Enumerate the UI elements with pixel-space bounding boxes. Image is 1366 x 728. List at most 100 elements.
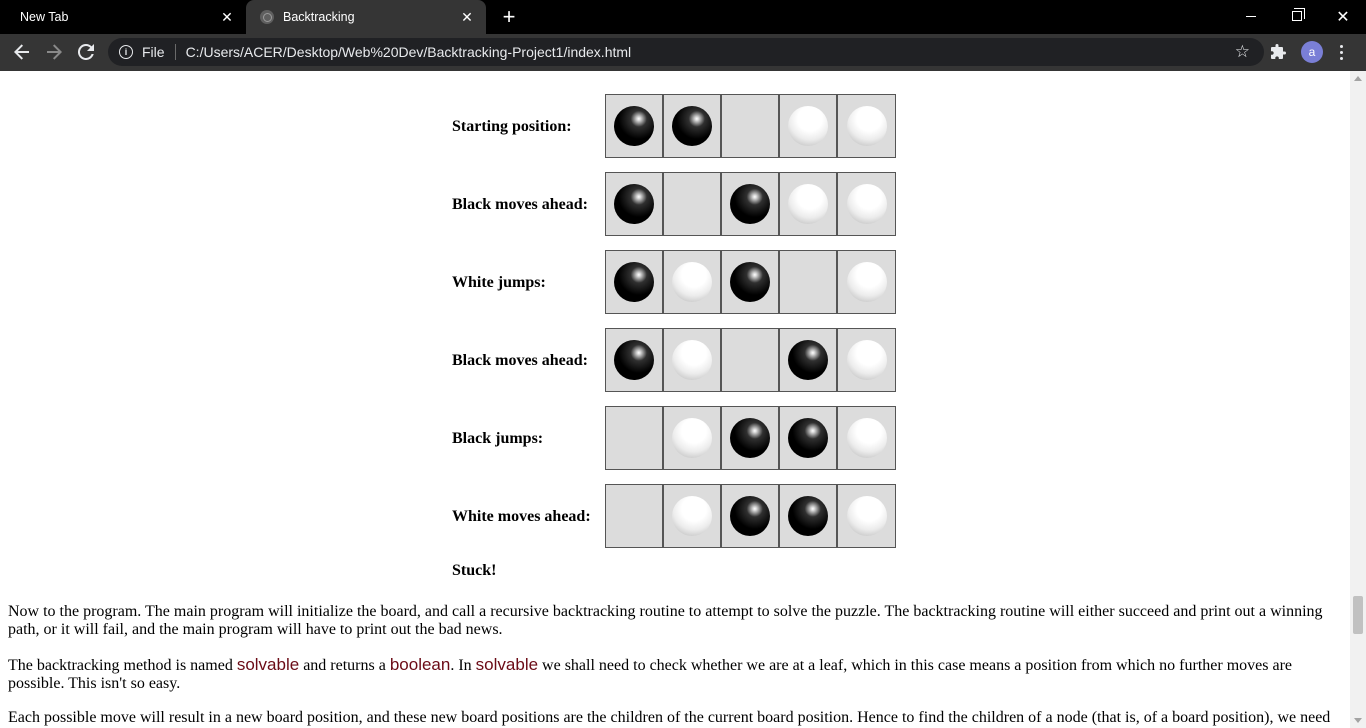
star-icon[interactable]: ☆ xyxy=(1235,42,1250,62)
board-cell xyxy=(838,407,895,469)
board xyxy=(605,250,896,314)
forward-icon xyxy=(47,44,62,60)
board-cell xyxy=(606,251,664,313)
white-marble-icon xyxy=(788,106,828,146)
board-cell xyxy=(838,95,895,157)
board-cell xyxy=(780,329,838,391)
board-cell xyxy=(838,173,895,235)
board-cell xyxy=(780,173,838,235)
close-icon[interactable]: ✕ xyxy=(458,8,476,26)
white-marble-icon xyxy=(846,106,887,146)
divider xyxy=(174,44,176,60)
board xyxy=(605,94,896,158)
forward-button[interactable] xyxy=(40,38,68,66)
paragraph-method: The backtracking method is named solvabl… xyxy=(8,656,1340,693)
paragraph-children: Each possible move will result in a new … xyxy=(8,709,1331,726)
code-boolean: boolean xyxy=(389,655,451,674)
scroll-up-icon[interactable] xyxy=(1354,76,1362,81)
board-cell xyxy=(664,329,722,391)
new-tab-button[interactable]: + xyxy=(497,4,521,29)
restore-button[interactable] xyxy=(1274,0,1320,32)
board-cell xyxy=(780,251,838,313)
reload-button[interactable] xyxy=(72,38,100,66)
white-marble-icon xyxy=(846,496,887,536)
tab-strip: New Tab ✕ Backtracking ✕ + ✕ xyxy=(0,0,1366,34)
extensions-icon[interactable] xyxy=(1268,38,1290,66)
white-marble-icon xyxy=(846,262,887,302)
move-label: Black moves ahead: xyxy=(452,196,588,213)
white-marble-icon xyxy=(672,496,712,536)
back-icon xyxy=(14,44,29,60)
move-label: White jumps: xyxy=(452,274,546,291)
minimize-button[interactable] xyxy=(1228,0,1274,32)
black-marble-icon xyxy=(730,184,770,224)
black-marble-icon xyxy=(730,262,770,302)
board-cell xyxy=(606,485,664,547)
board xyxy=(605,484,896,548)
board-cell xyxy=(664,173,722,235)
scheme-label: File xyxy=(142,44,165,60)
move-label: White moves ahead: xyxy=(452,508,591,525)
board-cell xyxy=(606,95,664,157)
board-cell xyxy=(722,251,780,313)
move-label: Black jumps: xyxy=(452,430,544,447)
board xyxy=(605,328,896,392)
tab-title: New Tab xyxy=(20,10,69,24)
black-marble-icon xyxy=(730,496,770,536)
white-marble-icon xyxy=(672,340,712,380)
paragraph-program: Now to the program. The main program wil… xyxy=(8,603,1323,638)
restore-icon xyxy=(1292,8,1305,21)
tab-new-tab[interactable]: New Tab ✕ xyxy=(0,0,246,34)
black-marble-icon xyxy=(614,106,654,146)
board-cell xyxy=(606,329,664,391)
white-marble-icon xyxy=(672,262,712,302)
board-cell xyxy=(664,407,722,469)
black-marble-icon xyxy=(788,496,828,536)
move-label: Starting position: xyxy=(452,118,572,135)
address-bar[interactable]: i File C:/Users/ACER/Desktop/Web%20Dev/B… xyxy=(108,38,1264,66)
white-marble-icon xyxy=(846,184,887,224)
board-cell xyxy=(664,485,722,547)
page-viewport: Starting position: Black moves ahead: Whit… xyxy=(0,71,1350,728)
back-button[interactable] xyxy=(8,38,36,66)
info-icon[interactable]: i xyxy=(119,45,133,59)
tab-backtracking[interactable]: Backtracking ✕ xyxy=(246,0,486,34)
text: . In xyxy=(450,657,476,674)
text: and returns a xyxy=(299,657,390,674)
window-close-button[interactable]: ✕ xyxy=(1320,0,1366,32)
board-cell xyxy=(838,251,895,313)
board-cell xyxy=(780,407,838,469)
globe-icon xyxy=(260,10,274,24)
code-solvable: solvable xyxy=(475,655,539,674)
text: The backtracking method is named xyxy=(8,657,237,674)
black-marble-icon xyxy=(672,106,712,146)
scroll-thumb[interactable] xyxy=(1353,596,1363,634)
board-cell xyxy=(722,173,780,235)
menu-icon[interactable] xyxy=(1333,38,1349,66)
move-label: Black moves ahead: xyxy=(452,352,588,369)
black-marble-icon xyxy=(614,262,654,302)
board-cell xyxy=(664,95,722,157)
black-marble-icon xyxy=(614,340,654,380)
board-cell xyxy=(606,173,664,235)
stuck-label: Stuck! xyxy=(452,562,497,579)
board-cell xyxy=(722,329,780,391)
vertical-scrollbar[interactable] xyxy=(1350,71,1366,728)
board-cell xyxy=(722,485,780,547)
black-marble-icon xyxy=(788,418,828,458)
black-marble-icon xyxy=(788,340,828,380)
white-marble-icon xyxy=(788,184,828,224)
white-marble-icon xyxy=(846,418,887,458)
board xyxy=(605,406,896,470)
board-cell xyxy=(606,407,664,469)
board xyxy=(605,172,896,236)
browser-toolbar: i File C:/Users/ACER/Desktop/Web%20Dev/B… xyxy=(0,34,1366,71)
url-text[interactable]: C:/Users/ACER/Desktop/Web%20Dev/Backtrac… xyxy=(186,44,632,60)
close-icon[interactable]: ✕ xyxy=(218,8,236,26)
white-marble-icon xyxy=(846,340,887,380)
reload-icon xyxy=(78,44,94,60)
black-marble-icon xyxy=(730,418,770,458)
avatar[interactable]: a xyxy=(1301,41,1323,63)
black-marble-icon xyxy=(614,184,654,224)
scroll-down-icon[interactable] xyxy=(1354,718,1362,723)
